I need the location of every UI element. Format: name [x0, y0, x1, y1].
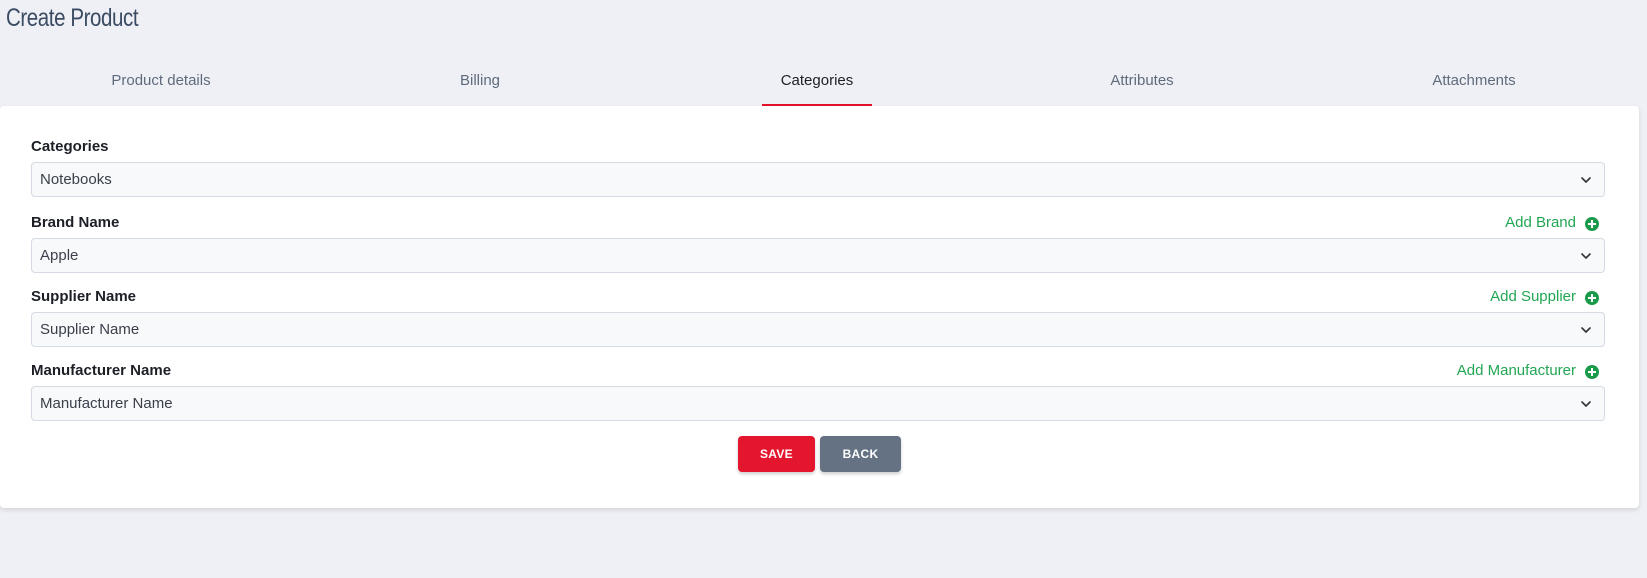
page-title: Create Product: [6, 4, 139, 32]
tab-billing[interactable]: Billing: [459, 56, 501, 104]
categories-value: Notebooks: [40, 171, 112, 188]
manufacturer-name-select[interactable]: Manufacturer Name: [31, 386, 1605, 421]
add-supplier-label: Add Supplier: [1490, 288, 1576, 305]
brand-name-value: Apple: [40, 247, 79, 264]
save-button[interactable]: SAVE: [738, 436, 815, 472]
add-manufacturer-label: Add Manufacturer: [1456, 362, 1576, 379]
plus-circle-icon: [1585, 290, 1599, 305]
chevron-down-icon: [1581, 177, 1591, 183]
supplier-name-label: Supplier Name: [31, 288, 137, 305]
plus-circle-icon: [1585, 216, 1599, 231]
plus-circle-icon: [1585, 364, 1599, 379]
brand-name-select[interactable]: Apple: [31, 238, 1605, 273]
back-button[interactable]: BACK: [820, 436, 901, 472]
manufacturer-name-value: Manufacturer Name: [40, 395, 173, 412]
add-supplier-link[interactable]: Add Supplier: [1490, 288, 1599, 305]
tab-bar: Product details Billing Categories Attri…: [0, 56, 1647, 106]
categories-label: Categories: [31, 138, 109, 155]
supplier-name-select[interactable]: Supplier Name: [31, 312, 1605, 347]
tab-product-details[interactable]: Product details: [110, 56, 212, 104]
manufacturer-name-label: Manufacturer Name: [31, 362, 172, 379]
brand-name-label: Brand Name: [31, 214, 120, 231]
add-brand-label: Add Brand: [1505, 214, 1576, 231]
add-brand-link[interactable]: Add Brand: [1505, 214, 1599, 231]
chevron-down-icon: [1581, 327, 1591, 333]
tab-attachments[interactable]: Attachments: [1429, 56, 1519, 104]
categories-select[interactable]: Notebooks: [31, 162, 1605, 197]
add-manufacturer-link[interactable]: Add Manufacturer: [1457, 362, 1599, 379]
supplier-name-value: Supplier Name: [40, 321, 140, 338]
chevron-down-icon: [1581, 401, 1591, 407]
tab-categories[interactable]: Categories: [762, 56, 872, 106]
chevron-down-icon: [1581, 253, 1591, 259]
tab-attributes[interactable]: Attributes: [1107, 56, 1177, 104]
